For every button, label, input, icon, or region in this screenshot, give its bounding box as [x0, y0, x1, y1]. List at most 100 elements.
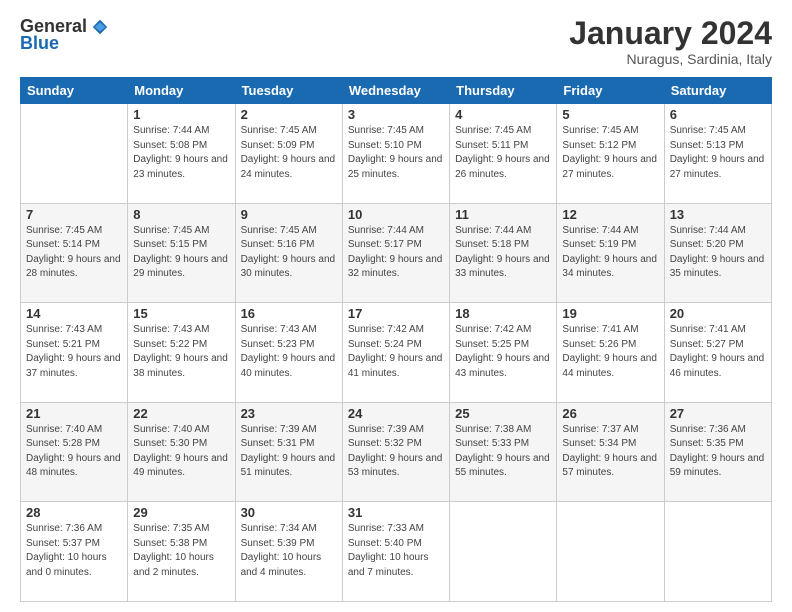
day-info: Sunrise: 7:45 AMSunset: 5:11 PMDaylight:…: [455, 124, 551, 182]
header: General Blue January 2024 Nuragus, Sardi…: [20, 16, 772, 67]
calendar-cell: 20 Sunrise: 7:41 AMSunset: 5:27 PMDayligh…: [664, 303, 771, 403]
day-number: 25: [455, 406, 551, 421]
day-info: Sunrise: 7:43 AMSunset: 5:22 PMDaylight:…: [133, 323, 229, 381]
calendar-cell: 27 Sunrise: 7:36 AMSunset: 5:35 PMDayligh…: [664, 402, 771, 502]
day-number: 16: [241, 306, 337, 321]
day-info: Sunrise: 7:34 AMSunset: 5:39 PMDaylight:…: [241, 522, 337, 580]
day-info: Sunrise: 7:38 AMSunset: 5:33 PMDaylight:…: [455, 423, 551, 481]
day-info: Sunrise: 7:44 AMSunset: 5:17 PMDaylight:…: [348, 224, 444, 282]
day-number: 12: [562, 207, 658, 222]
day-info: Sunrise: 7:43 AMSunset: 5:21 PMDaylight:…: [26, 323, 122, 381]
main-title: January 2024: [569, 16, 772, 51]
day-number: 23: [241, 406, 337, 421]
day-number: 5: [562, 107, 658, 122]
day-number: 14: [26, 306, 122, 321]
calendar-cell: 7 Sunrise: 7:45 AMSunset: 5:14 PMDaylight…: [21, 203, 128, 303]
logo-icon: [91, 18, 109, 36]
calendar-cell: 13 Sunrise: 7:44 AMSunset: 5:20 PMDayligh…: [664, 203, 771, 303]
calendar-cell: 15 Sunrise: 7:43 AMSunset: 5:22 PMDayligh…: [128, 303, 235, 403]
day-number: 10: [348, 207, 444, 222]
day-number: 4: [455, 107, 551, 122]
day-info: Sunrise: 7:44 AMSunset: 5:19 PMDaylight:…: [562, 224, 658, 282]
calendar-cell: 29 Sunrise: 7:35 AMSunset: 5:38 PMDayligh…: [128, 502, 235, 602]
day-number: 26: [562, 406, 658, 421]
day-info: Sunrise: 7:45 AMSunset: 5:14 PMDaylight:…: [26, 224, 122, 282]
day-info: Sunrise: 7:40 AMSunset: 5:28 PMDaylight:…: [26, 423, 122, 481]
day-info: Sunrise: 7:39 AMSunset: 5:31 PMDaylight:…: [241, 423, 337, 481]
col-tuesday: Tuesday: [235, 78, 342, 104]
calendar-cell: 16 Sunrise: 7:43 AMSunset: 5:23 PMDayligh…: [235, 303, 342, 403]
calendar-cell: [664, 502, 771, 602]
calendar-cell: 26Sunrise: 7:37 AMSunset: 5:34 PMDayligh…: [557, 402, 664, 502]
calendar-cell: 11 Sunrise: 7:44 AMSunset: 5:18 PMDayligh…: [450, 203, 557, 303]
calendar-cell: [450, 502, 557, 602]
day-number: 28: [26, 505, 122, 520]
col-thursday: Thursday: [450, 78, 557, 104]
day-number: 7: [26, 207, 122, 222]
calendar-cell: 22Sunrise: 7:40 AMSunset: 5:30 PMDayligh…: [128, 402, 235, 502]
day-number: 3: [348, 107, 444, 122]
day-number: 15: [133, 306, 229, 321]
day-number: 30: [241, 505, 337, 520]
day-info: Sunrise: 7:44 AMSunset: 5:20 PMDaylight:…: [670, 224, 766, 282]
calendar-cell: 18Sunrise: 7:42 AMSunset: 5:25 PMDayligh…: [450, 303, 557, 403]
calendar-cell: 12 Sunrise: 7:44 AMSunset: 5:19 PMDayligh…: [557, 203, 664, 303]
day-number: 21: [26, 406, 122, 421]
calendar-week-1: 7 Sunrise: 7:45 AMSunset: 5:14 PMDaylight…: [21, 203, 772, 303]
day-number: 1: [133, 107, 229, 122]
col-wednesday: Wednesday: [342, 78, 449, 104]
day-info: Sunrise: 7:43 AMSunset: 5:23 PMDaylight:…: [241, 323, 337, 381]
day-info: Sunrise: 7:36 AMSunset: 5:37 PMDaylight:…: [26, 522, 122, 580]
title-block: January 2024 Nuragus, Sardinia, Italy: [569, 16, 772, 67]
day-number: 24: [348, 406, 444, 421]
day-info: Sunrise: 7:45 AMSunset: 5:10 PMDaylight:…: [348, 124, 444, 182]
day-info: Sunrise: 7:45 AMSunset: 5:15 PMDaylight:…: [133, 224, 229, 282]
day-info: Sunrise: 7:44 AMSunset: 5:08 PMDaylight:…: [133, 124, 229, 182]
day-number: 13: [670, 207, 766, 222]
calendar-cell: 9 Sunrise: 7:45 AMSunset: 5:16 PMDaylight…: [235, 203, 342, 303]
day-number: 19: [562, 306, 658, 321]
calendar-cell: 14 Sunrise: 7:43 AMSunset: 5:21 PMDayligh…: [21, 303, 128, 403]
calendar-cell: 17Sunrise: 7:42 AMSunset: 5:24 PMDayligh…: [342, 303, 449, 403]
calendar-cell: 30 Sunrise: 7:34 AMSunset: 5:39 PMDayligh…: [235, 502, 342, 602]
day-number: 11: [455, 207, 551, 222]
calendar-cell: 8Sunrise: 7:45 AMSunset: 5:15 PMDaylight…: [128, 203, 235, 303]
calendar-cell: [21, 104, 128, 204]
day-number: 27: [670, 406, 766, 421]
calendar-cell: 19Sunrise: 7:41 AMSunset: 5:26 PMDayligh…: [557, 303, 664, 403]
day-number: 9: [241, 207, 337, 222]
calendar-week-4: 28 Sunrise: 7:36 AMSunset: 5:37 PMDayligh…: [21, 502, 772, 602]
day-number: 18: [455, 306, 551, 321]
day-number: 29: [133, 505, 229, 520]
day-info: Sunrise: 7:42 AMSunset: 5:24 PMDaylight:…: [348, 323, 444, 381]
subtitle: Nuragus, Sardinia, Italy: [569, 51, 772, 67]
day-info: Sunrise: 7:41 AMSunset: 5:27 PMDaylight:…: [670, 323, 766, 381]
col-friday: Friday: [557, 78, 664, 104]
day-number: 31: [348, 505, 444, 520]
day-number: 22: [133, 406, 229, 421]
calendar-cell: 4 Sunrise: 7:45 AMSunset: 5:11 PMDaylight…: [450, 104, 557, 204]
logo: General Blue: [20, 16, 109, 54]
calendar-table: Sunday Monday Tuesday Wednesday Thursday…: [20, 77, 772, 602]
header-row: Sunday Monday Tuesday Wednesday Thursday…: [21, 78, 772, 104]
calendar-cell: 28 Sunrise: 7:36 AMSunset: 5:37 PMDayligh…: [21, 502, 128, 602]
calendar-cell: 23 Sunrise: 7:39 AMSunset: 5:31 PMDayligh…: [235, 402, 342, 502]
day-info: Sunrise: 7:45 AMSunset: 5:16 PMDaylight:…: [241, 224, 337, 282]
day-info: Sunrise: 7:44 AMSunset: 5:18 PMDaylight:…: [455, 224, 551, 282]
day-info: Sunrise: 7:36 AMSunset: 5:35 PMDaylight:…: [670, 423, 766, 481]
day-info: Sunrise: 7:45 AMSunset: 5:12 PMDaylight:…: [562, 124, 658, 182]
col-saturday: Saturday: [664, 78, 771, 104]
page: General Blue January 2024 Nuragus, Sardi…: [0, 0, 792, 612]
day-info: Sunrise: 7:35 AMSunset: 5:38 PMDaylight:…: [133, 522, 229, 580]
calendar-cell: 1 Sunrise: 7:44 AMSunset: 5:08 PMDaylight…: [128, 104, 235, 204]
calendar-week-3: 21 Sunrise: 7:40 AMSunset: 5:28 PMDayligh…: [21, 402, 772, 502]
calendar-week-2: 14 Sunrise: 7:43 AMSunset: 5:21 PMDayligh…: [21, 303, 772, 403]
day-info: Sunrise: 7:39 AMSunset: 5:32 PMDaylight:…: [348, 423, 444, 481]
day-info: Sunrise: 7:45 AMSunset: 5:13 PMDaylight:…: [670, 124, 766, 182]
calendar-cell: 31Sunrise: 7:33 AMSunset: 5:40 PMDayligh…: [342, 502, 449, 602]
calendar-cell: 25 Sunrise: 7:38 AMSunset: 5:33 PMDayligh…: [450, 402, 557, 502]
day-number: 20: [670, 306, 766, 321]
calendar-cell: 21 Sunrise: 7:40 AMSunset: 5:28 PMDayligh…: [21, 402, 128, 502]
calendar-cell: 10 Sunrise: 7:44 AMSunset: 5:17 PMDayligh…: [342, 203, 449, 303]
col-monday: Monday: [128, 78, 235, 104]
